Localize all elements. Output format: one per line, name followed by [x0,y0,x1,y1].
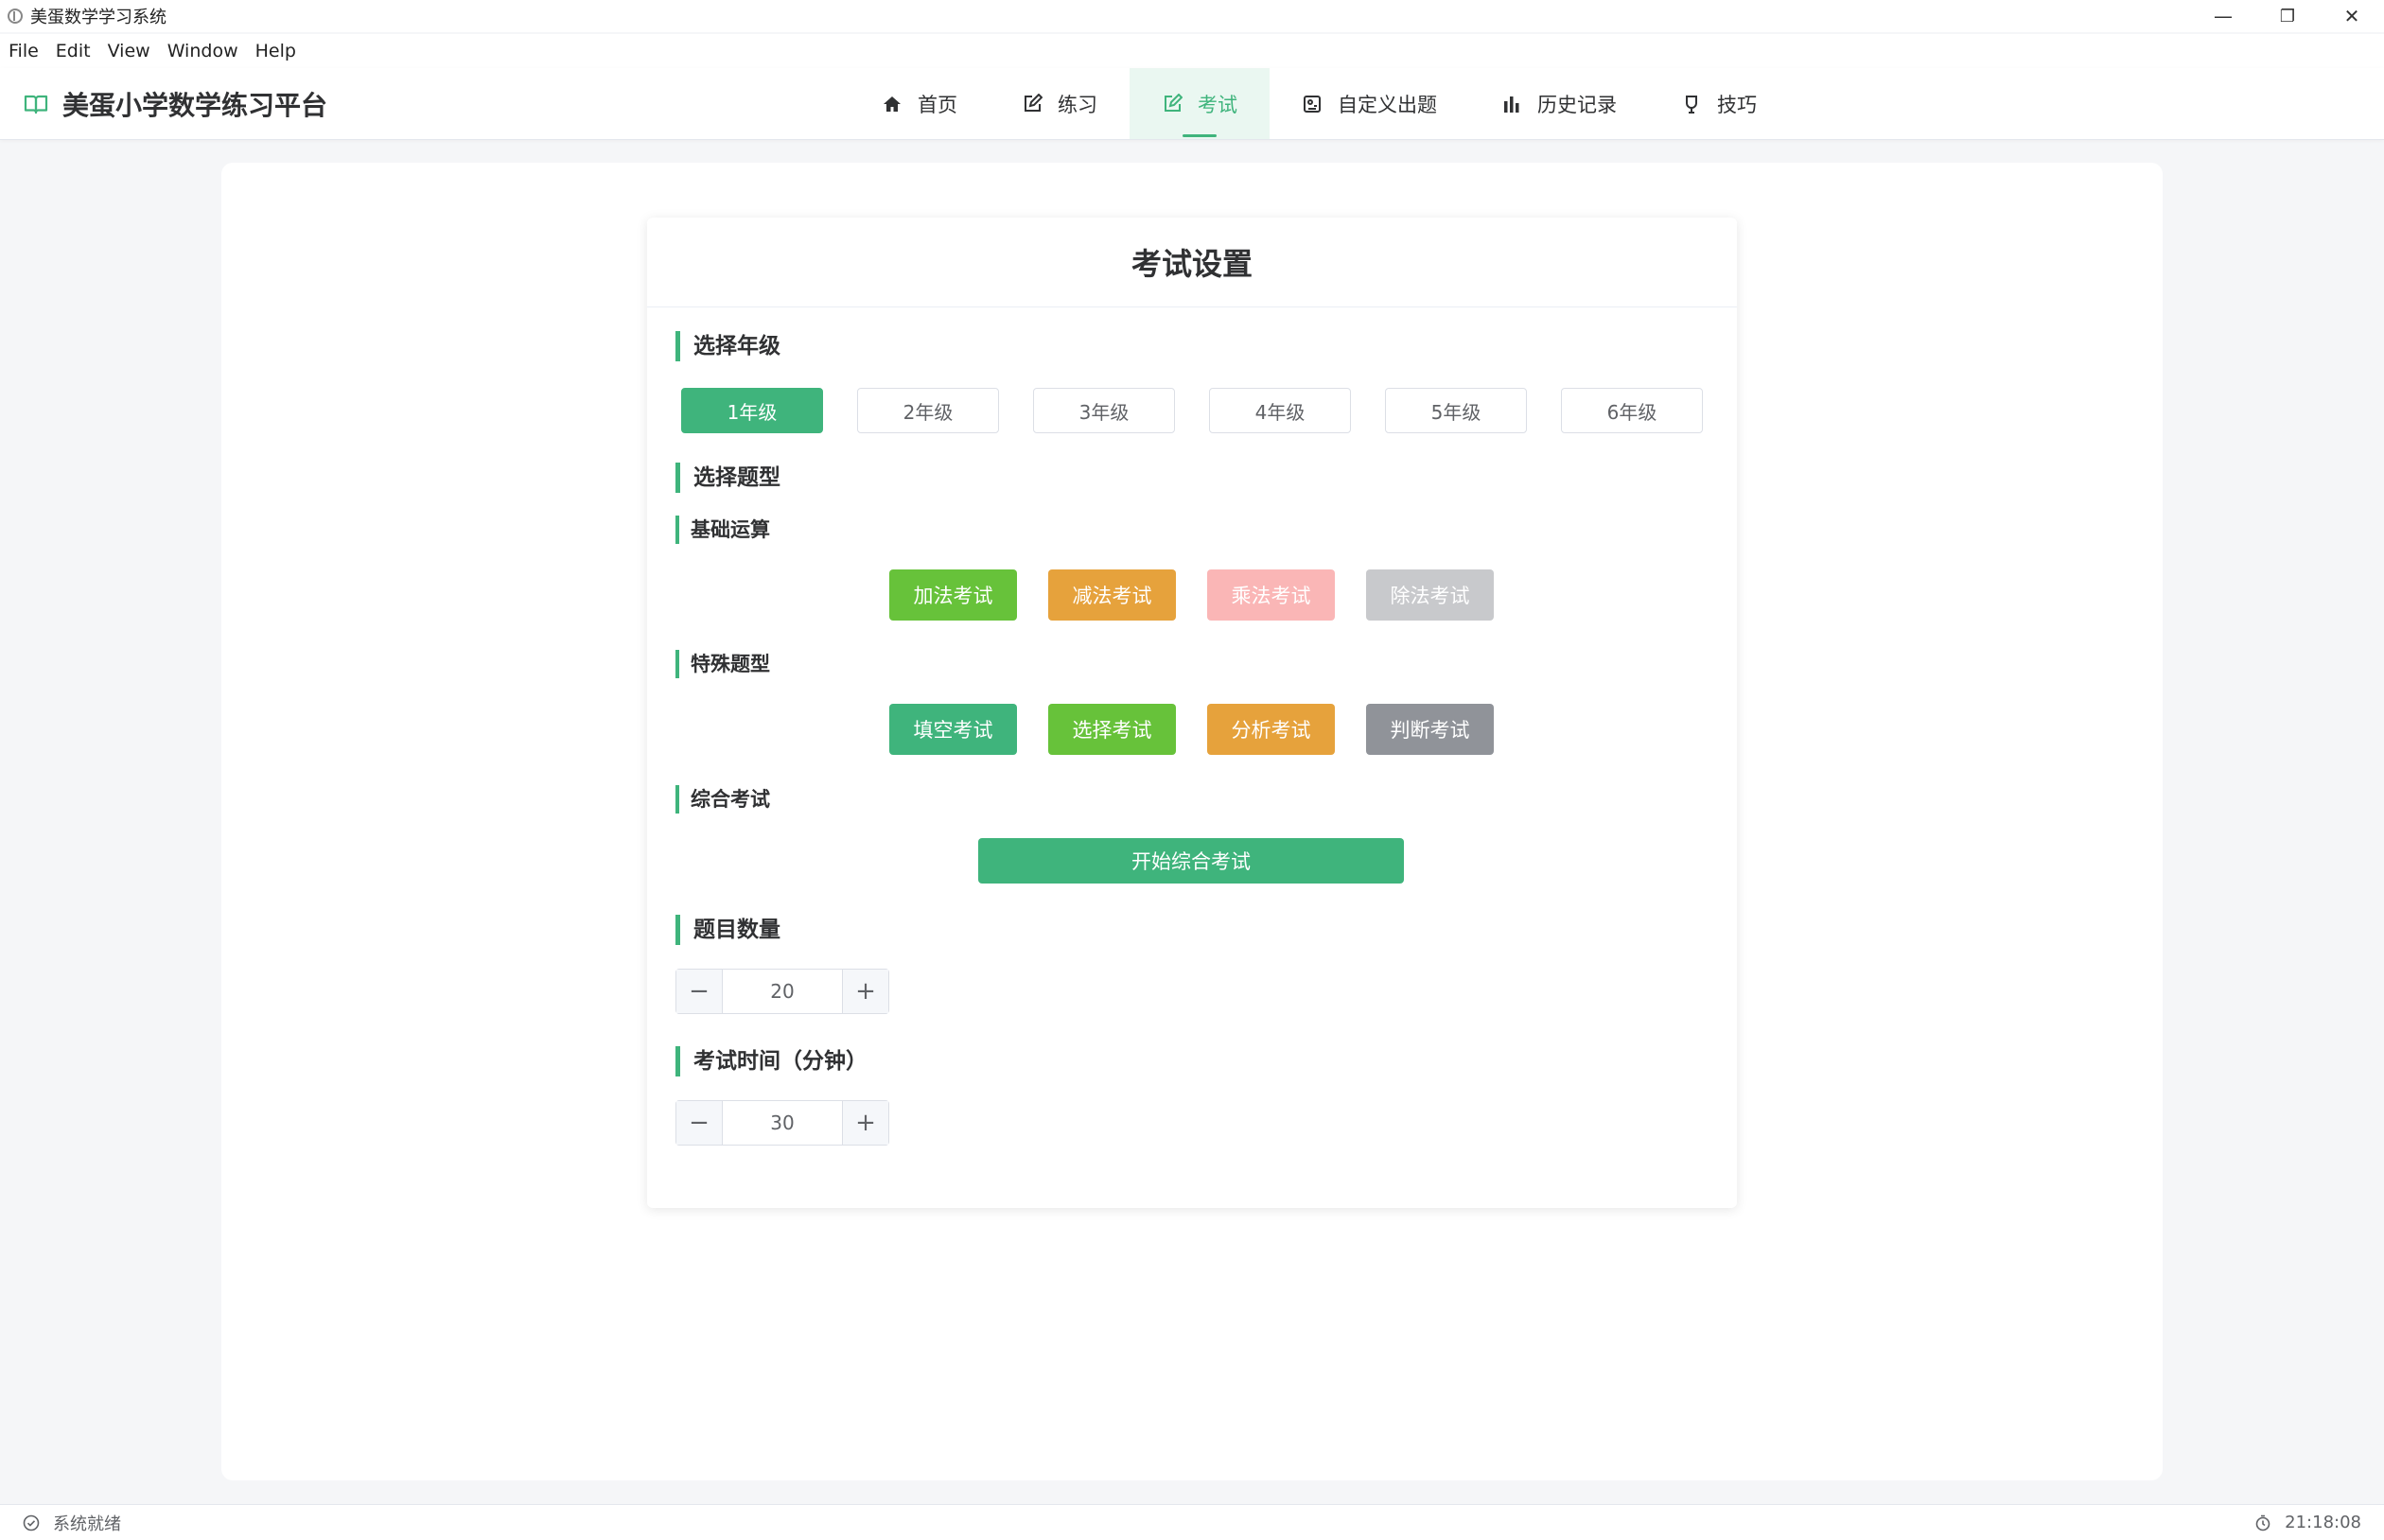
tip-icon [1681,94,1702,114]
chart-icon [1501,94,1522,114]
status-time: 21:18:08 [2285,1513,2361,1532]
menu-help[interactable]: Help [247,41,305,61]
duration-stepper: − 30 + [675,1100,889,1146]
nav-home[interactable]: 首页 [850,68,990,139]
subtraction-exam-button[interactable]: 减法考试 [1048,569,1176,621]
question-count-stepper: − 20 + [675,969,889,1014]
card-header: 考试设置 [647,218,1737,307]
grade-button-2[interactable]: 2年级 [857,388,999,433]
status-text: 系统就绪 [53,1514,121,1534]
window-title: 美蛋数学学习系统 [30,8,167,27]
judgment-exam-button[interactable]: 判断考试 [1366,704,1494,755]
grade-button-3[interactable]: 3年级 [1033,388,1175,433]
nav-label: 自定义出题 [1338,93,1437,116]
status-right: 21:18:08 [2254,1505,2361,1540]
close-button[interactable]: ✕ [2320,0,2384,32]
special-types-buttons: 填空考试 选择考试 分析考试 判断考试 [889,704,1494,755]
multiplication-exam-button[interactable]: 乘法考试 [1207,569,1335,621]
duration-input[interactable]: 30 [723,1101,842,1145]
menu-file[interactable]: File [0,41,47,61]
start-comprehensive-exam-button[interactable]: 开始综合考试 [978,838,1404,884]
duration-title: 考试时间（分钟） [675,1046,868,1076]
nav-label: 首页 [918,93,957,116]
analysis-exam-button[interactable]: 分析考试 [1207,704,1335,755]
basic-ops-title: 基础运算 [675,516,770,544]
question-count-input[interactable]: 20 [723,970,842,1013]
grade-section-title: 选择年级 [675,331,780,361]
brand: 美蛋小学数学练习平台 [23,68,327,139]
menu-bar: File Edit View Window Help [0,34,2384,68]
edit-icon [1162,93,1183,114]
custom-icon [1302,94,1323,114]
nav-tips[interactable]: 技巧 [1649,68,1789,139]
check-circle-icon [23,1514,40,1531]
book-icon [23,91,49,117]
menu-edit[interactable]: Edit [47,41,99,61]
nav-label: 练习 [1058,93,1097,116]
brand-title: 美蛋小学数学练习平台 [62,89,328,121]
grade-selector: 1年级 2年级 3年级 4年级 5年级 6年级 [681,388,1703,433]
basic-ops-buttons: 加法考试 减法考试 乘法考试 除法考试 [889,569,1494,621]
timer-icon [2255,1514,2270,1531]
nav-history[interactable]: 历史记录 [1469,68,1649,139]
question-count-title: 题目数量 [675,915,780,945]
grade-button-5[interactable]: 5年级 [1385,388,1527,433]
menu-window[interactable]: Window [159,41,247,61]
comprehensive-title: 综合考试 [675,785,770,814]
grade-button-1[interactable]: 1年级 [681,388,823,433]
decrement-button[interactable]: − [676,1101,723,1145]
grade-button-6[interactable]: 6年级 [1561,388,1703,433]
choice-exam-button[interactable]: 选择考试 [1048,704,1176,755]
window-titlebar: 美蛋数学学习系统 — ❐ ✕ [0,0,2384,32]
nav-custom[interactable]: 自定义出题 [1270,68,1469,139]
increment-button[interactable]: + [842,970,888,1013]
app-icon [8,9,23,24]
nav-label: 考试 [1198,93,1237,116]
card-title: 考试设置 [1131,246,1253,282]
special-types-title: 特殊题型 [675,650,770,678]
nav-practice[interactable]: 练习 [990,68,1130,139]
division-exam-button[interactable]: 除法考试 [1366,569,1494,621]
restore-button[interactable]: ❐ [2255,0,2320,32]
type-section-title: 选择题型 [675,463,780,493]
nav-label: 技巧 [1717,93,1757,116]
fill-blank-exam-button[interactable]: 填空考试 [889,704,1017,755]
addition-exam-button[interactable]: 加法考试 [889,569,1017,621]
nav-label: 历史记录 [1537,93,1617,116]
app-header: 美蛋小学数学练习平台 首页 练习 考试 自定义出题 历史记录 技巧 [0,68,2384,140]
grade-button-4[interactable]: 4年级 [1209,388,1351,433]
menu-view[interactable]: View [99,41,159,61]
increment-button[interactable]: + [842,1101,888,1145]
decrement-button[interactable]: − [676,970,723,1013]
minimize-button[interactable]: — [2191,0,2255,32]
exam-settings-card: 考试设置 选择年级 1年级 2年级 3年级 4年级 5年级 6年级 选择题型 基… [647,218,1737,1208]
edit-icon [1022,93,1043,114]
home-icon [882,94,903,114]
nav-exam[interactable]: 考试 [1130,68,1270,139]
status-left: 系统就绪 [23,1505,121,1540]
status-bar: 系统就绪 21:18:08 [0,1504,2384,1540]
main-nav: 首页 练习 考试 自定义出题 历史记录 技巧 [850,68,1789,139]
window-controls: — ❐ ✕ [2191,0,2384,32]
